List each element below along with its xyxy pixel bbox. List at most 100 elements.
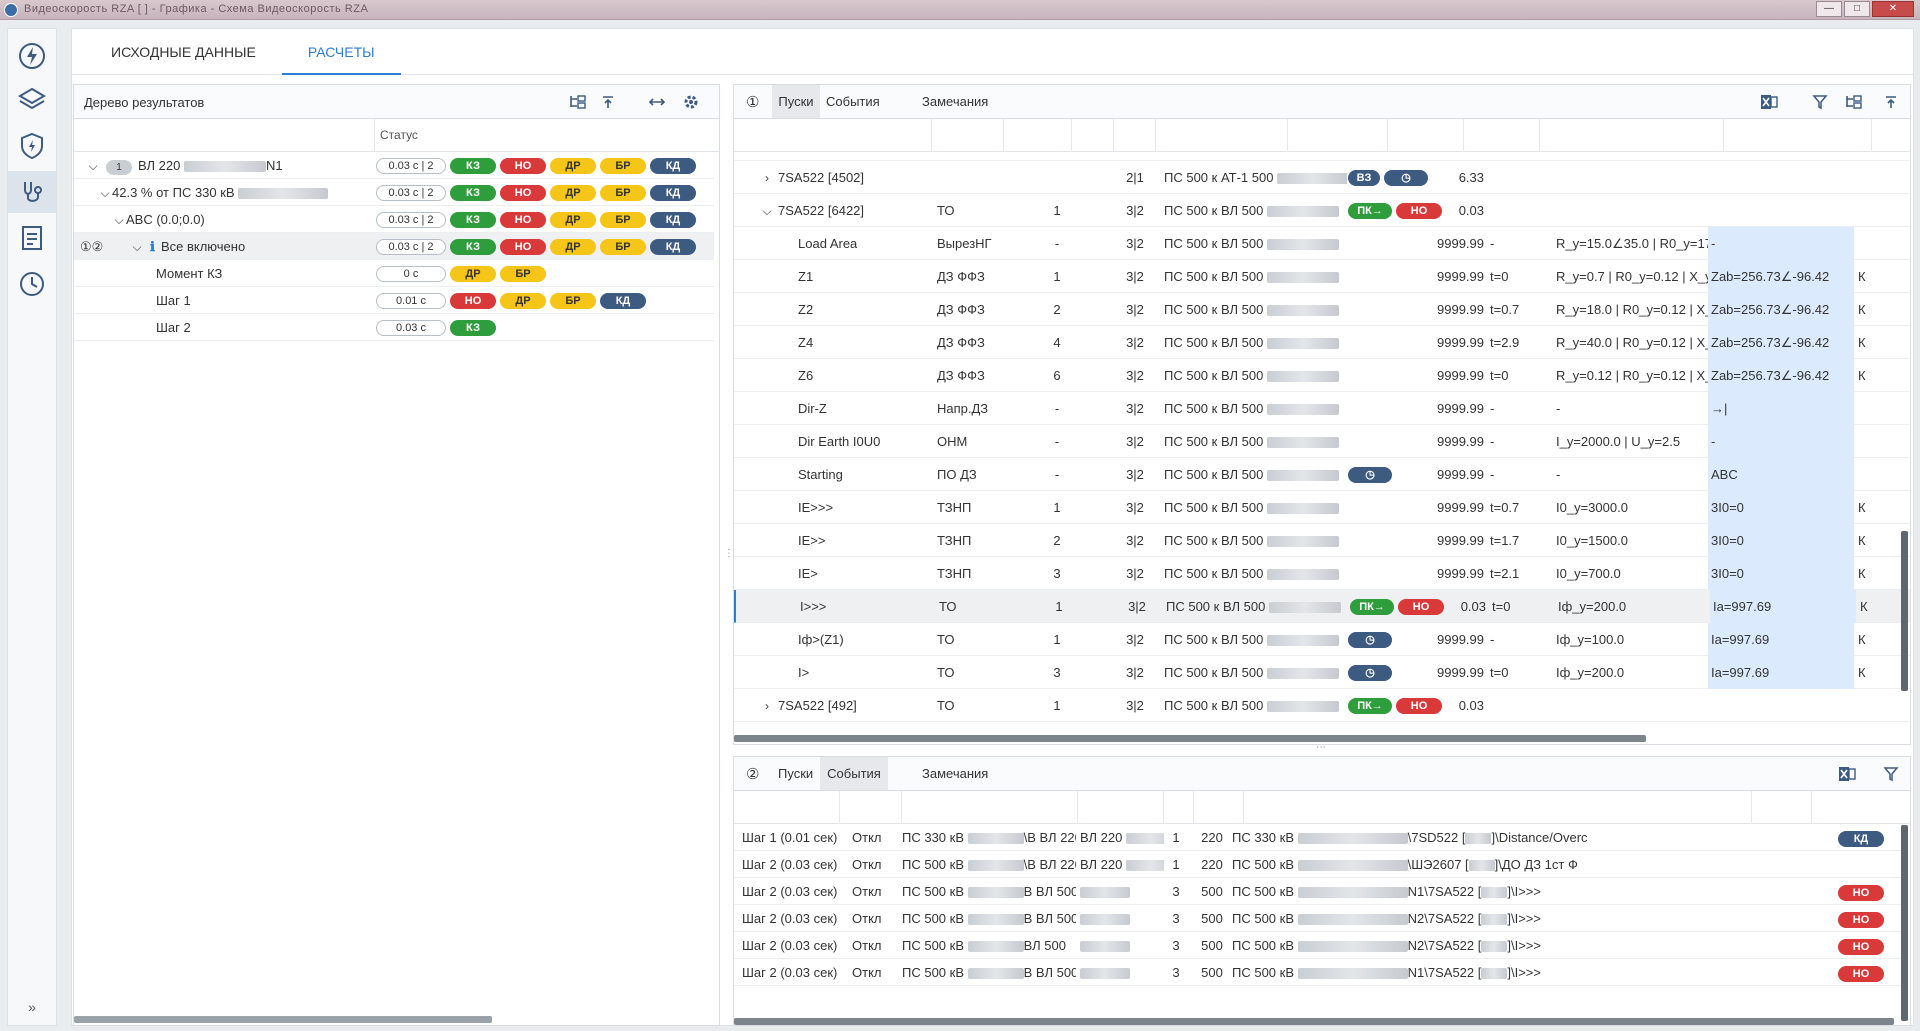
export-excel-icon[interactable] <box>1838 765 1856 783</box>
tree-row[interactable]: ①② ⌵ ℹ Все включено 0.03 с | 2 КЗ НО ДР БР КД <box>74 233 714 260</box>
cell-t-set <box>1490 161 1550 194</box>
table-row-partial[interactable]: › <box>734 152 1910 161</box>
chevron-right-icon[interactable]: › <box>760 690 774 722</box>
table-row[interactable]: Шаг 2 (0.03 сек) Откл ПС 500 кВ \В ВЛ 220 В… <box>734 851 1904 878</box>
sidebar-item-layers[interactable] <box>8 79 56 121</box>
table-row[interactable]: Шаг 2 (0.03 сек) Откл ПС 500 кВ ВЛ 500 3 50… <box>734 932 1904 959</box>
redacted-text <box>1297 833 1408 845</box>
collapse-all-icon[interactable] <box>1884 94 1898 110</box>
chevron-down-icon[interactable]: ⌵ <box>760 195 774 227</box>
tree-row[interactable]: Шаг 2 0.03 с КЗ <box>74 314 714 341</box>
chevron-down-icon[interactable]: ⌵ <box>130 234 144 261</box>
breaker-tail: В ВЛ 500 <box>1023 911 1076 926</box>
tree-view-icon[interactable] <box>1845 94 1863 110</box>
table-row[interactable]: Load Area ВырезНГ - 3|2 ПС 500 к ВЛ 500 9999.… <box>734 227 1910 260</box>
tree-row-text: 42.3 % от ПС 330 кВ <box>112 185 235 200</box>
gear-icon[interactable] <box>682 93 700 111</box>
table-row[interactable]: IE>> ТЗНП 2 3|2 ПС 500 к ВЛ 500 9999.99 t=1.7 I… <box>734 524 1910 557</box>
sidebar-item-calculations[interactable] <box>8 171 56 213</box>
tab-events-bottom[interactable]: События <box>820 757 888 790</box>
tab-starts-bottom[interactable]: Пуски <box>778 757 813 790</box>
table-row[interactable]: Z4 ДЗ ФФЗ 4 3|2 ПС 500 к ВЛ 500 9999.99 t=2.9 R… <box>734 326 1910 359</box>
tree-row[interactable]: Момент КЗ 0 с ДР БР <box>74 260 714 287</box>
chevron-down-icon[interactable]: ⌵ <box>98 180 112 207</box>
sidebar-item-report[interactable] <box>8 217 56 259</box>
table-row[interactable]: Z1 ДЗ ФФЗ 1 3|2 ПС 500 к ВЛ 500 9999.99 t=0 R_y… <box>734 260 1910 293</box>
tree-chevron[interactable]: › <box>764 152 768 161</box>
horizontal-splitter[interactable]: ⋯ <box>1316 742 1326 753</box>
cell-equipment <box>1080 878 1164 905</box>
minimize-button[interactable]: — <box>1816 1 1842 17</box>
cell-equipment: ВЛ 220 <box>1080 851 1164 878</box>
cell-equipment <box>1080 959 1164 986</box>
tree-row[interactable]: ⌵ 42.3 % от ПС 330 кВ 0.03 с | 2 КЗ НО ДР БР К… <box>74 179 714 206</box>
cell-t-trip: 9999.99 <box>1437 302 1484 317</box>
tab-remarks[interactable]: Замечания <box>922 85 988 118</box>
tab-starts[interactable]: Пуски <box>772 85 820 118</box>
sidebar-item-protection[interactable] <box>8 125 56 167</box>
events-vertical-scrollbar[interactable] <box>1901 825 1908 1021</box>
tree-row[interactable]: ⌵ 1 ВЛ 220 N1 0.03 с | 2 КЗ НО ДР БР КД <box>74 152 714 179</box>
table-row[interactable]: Dir-Z Напр.ДЗ -3|2 ПС 500 к ВЛ 500 9999.99- -… <box>734 392 1910 425</box>
column-header <box>1164 790 1194 824</box>
tree-structure-icon[interactable] <box>569 94 587 110</box>
table-row[interactable]: IE> ТЗНП 3 3|2 ПС 500 к ВЛ 500 9999.99 t=2.1 I0… <box>734 557 1910 590</box>
table-row[interactable]: IE>>> ТЗНП 1 3|2 ПС 500 к ВЛ 500 9999.99 t=0.7… <box>734 491 1910 524</box>
table-row[interactable]: Шаг 2 (0.03 сек) Откл ПС 500 кВ В ВЛ 500 3… <box>734 905 1904 932</box>
cell-status: НО <box>1838 959 1894 986</box>
cell-type <box>937 161 1007 194</box>
tab-events[interactable]: События <box>826 85 880 118</box>
filter-icon[interactable] <box>1883 766 1899 782</box>
cell-step: 2 <box>1053 302 1061 317</box>
filter-icon[interactable] <box>1812 94 1828 110</box>
table-row[interactable]: Шаг 2 (0.03 сек) Откл ПС 500 кВ В ВЛ 500 3… <box>734 959 1904 986</box>
cell-breaker: ПС 500 кВ В ВЛ 500 <box>902 878 1076 905</box>
table-row[interactable]: › 7SA522 [492] ТО 1 3|2 ПС 500 к ВЛ 500 ПК→ НО 0… <box>734 689 1910 722</box>
redacted-text <box>1266 503 1339 515</box>
tree-row[interactable]: Шаг 1 0.01 с НО ДР БР КД <box>74 287 714 314</box>
tree-row-text: ВЛ 220 <box>138 158 181 173</box>
table-row[interactable]: Dir Earth I0U0 ОНМ - 3|2 ПС 500 к ВЛ 500 9999… <box>734 425 1910 458</box>
table-row[interactable]: Starting ПО ДЗ - 3|2 ПС 500 к ВЛ 500 ◷ 9999.99… <box>734 458 1910 491</box>
starts-horizontal-scrollbar[interactable] <box>734 735 1646 742</box>
chevron-right-icon[interactable]: › <box>760 162 774 194</box>
table-row[interactable]: Шаг 1 (0.01 сек) Откл ПС 330 кВ \В ВЛ 220 В… <box>734 824 1904 851</box>
cell-equipment <box>1080 932 1164 959</box>
chevron-down-icon[interactable]: ⌵ <box>86 153 100 180</box>
chevron-down-icon[interactable]: ⌵ <box>112 207 126 234</box>
close-window-button[interactable]: ✕ <box>1872 1 1914 17</box>
sidebar-item-time[interactable] <box>8 263 56 305</box>
collapse-up-icon[interactable] <box>601 94 615 110</box>
tab-remarks-bottom[interactable]: Замечания <box>922 757 988 790</box>
table-row[interactable]: Iф>(Z1) ТО 1 3|2 ПС 500 к ВЛ 500 ◷ 9999.99- Iф_… <box>734 623 1910 656</box>
column-header <box>1072 118 1114 152</box>
table-row[interactable]: I>>> ТО 1 3|2 ПС 500 к ВЛ 500 ПК→ НО 0.03 t=0 Iф_… <box>734 590 1910 623</box>
sidebar-item-power[interactable] <box>8 35 56 77</box>
fit-width-icon[interactable] <box>648 94 666 110</box>
cell-breaker-text: ПС 500 кВ <box>902 911 965 926</box>
tab-calculations[interactable]: РАСЧЕТЫ <box>281 29 401 75</box>
redacted-text <box>183 161 266 173</box>
level-badge: 1 <box>106 160 132 175</box>
starts-vertical-scrollbar[interactable] <box>1901 531 1908 691</box>
cell-step: 6 <box>1053 368 1061 383</box>
events-horizontal-scrollbar[interactable] <box>734 1018 1894 1025</box>
table-row[interactable]: Шаг 2 (0.03 сек) Откл ПС 500 кВ В ВЛ 500 3… <box>734 878 1904 905</box>
tree-row-label: ⌵ 42.3 % от ПС 330 кВ <box>98 179 329 207</box>
table-row[interactable]: I> ТО 3 3|2 ПС 500 к ВЛ 500 ◷ 9999.99 t=0 Iф_y=2… <box>734 656 1910 689</box>
object-text: АТ-1 500 <box>1221 170 1274 185</box>
breaker-tail: \В ВЛ 220 <box>1023 830 1076 845</box>
expand-sidebar-button[interactable]: » <box>8 999 56 1015</box>
top-tabs: ИСХОДНЫЕ ДАННЫЕ РАСЧЕТЫ <box>72 29 1913 75</box>
tree-row[interactable]: ⌵ ABC (0.0;0.0) 0.03 с | 2 КЗ НО ДР БР КД <box>74 206 714 233</box>
tab-input-data[interactable]: ИСХОДНЫЕ ДАННЫЕ <box>85 29 282 75</box>
table-row[interactable]: › 7SA522 [4502] 2|1 ПС 500 к АТ-1 500 ВЗ ◷ 6.3… <box>734 161 1910 194</box>
tree-horizontal-scrollbar[interactable] <box>74 1016 492 1023</box>
table-row[interactable]: Z2 ДЗ ФФЗ 2 3|2 ПС 500 к ВЛ 500 9999.99 t=0.7 R… <box>734 293 1910 326</box>
cell-zone: 3|2 <box>1126 665 1144 680</box>
table-row[interactable]: ⌵ 7SA522 [6422] ТО 1 3|2 ПС 500 к ВЛ 500 ПК→ НО… <box>734 194 1910 227</box>
cell-step-time-text: Шаг 2 (0.03 сек) <box>742 857 838 872</box>
table-row[interactable]: Z6 ДЗ ФФЗ 6 3|2 ПС 500 к ВЛ 500 9999.99 t=0 R_y… <box>734 359 1910 392</box>
export-excel-icon[interactable] <box>1760 93 1778 111</box>
maximize-button[interactable]: □ <box>1844 1 1870 17</box>
